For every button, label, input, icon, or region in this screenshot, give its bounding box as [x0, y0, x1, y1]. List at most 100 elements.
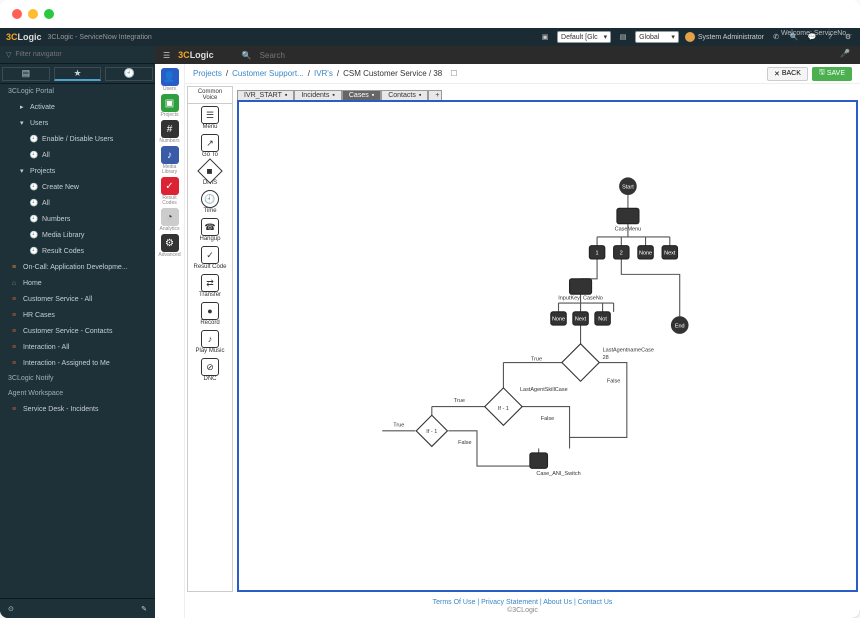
app-title: 3CLogic - ServiceNow Integration	[48, 34, 152, 41]
back-button[interactable]: ✕ BACK	[767, 67, 808, 81]
rail-users[interactable]: 👤Users	[158, 68, 182, 92]
scope-select-2[interactable]: Global ▾	[635, 31, 679, 43]
nav-users-all[interactable]: 🕘All	[0, 147, 155, 163]
rail-media[interactable]: ♪Media Library	[158, 146, 182, 175]
update-set-icon[interactable]: ▣	[539, 31, 551, 43]
pal-dnis[interactable]: ◆DNIS	[188, 160, 232, 188]
svg-text:Not: Not	[598, 317, 607, 323]
rail-projects[interactable]: ▣Projects	[158, 94, 182, 118]
nav-projects-media[interactable]: 🕘Media Library	[0, 227, 155, 243]
nav-section2: 3CLogic Notify	[0, 371, 155, 386]
rail-analytics[interactable]: ◔Analytics	[158, 208, 182, 232]
close-icon[interactable]: ▪	[419, 92, 421, 99]
palette: Common Voice ☰Menu ↗Go To ◆DNIS 🕘Time ☎H…	[187, 86, 233, 592]
mic-icon[interactable]: 🎤	[840, 49, 852, 61]
nav-tab-all[interactable]: ▤	[2, 67, 50, 81]
footer-contact[interactable]: Contact Us	[578, 599, 613, 606]
svg-text:True: True	[531, 356, 542, 362]
search-icon[interactable]: 🔍	[242, 51, 252, 60]
pal-transfer[interactable]: ⇄Transfer	[188, 272, 232, 300]
footer-privacy[interactable]: Privacy Statement	[481, 599, 538, 606]
pal-time[interactable]: 🕘Time	[188, 188, 232, 216]
crumb-support[interactable]: Customer Support...	[232, 69, 304, 78]
filter-input[interactable]	[15, 51, 149, 58]
pal-menu[interactable]: ☰Menu	[188, 104, 232, 132]
nav-users-enable[interactable]: 🕘Enable / Disable Users	[0, 131, 155, 147]
list-icon: ≡	[10, 311, 18, 319]
nav-section-title: 3CLogic Portal	[0, 84, 155, 99]
svg-text:True: True	[454, 398, 465, 404]
nav-csall[interactable]: ≡Customer Service - All	[0, 291, 155, 307]
icon-rail: 👤Users ▣Projects #Numbers ♪Media Library…	[155, 64, 185, 618]
search-input[interactable]	[260, 51, 460, 60]
nav-tab-history[interactable]: 🕘	[105, 67, 153, 81]
app-scope-icon[interactable]: ▤	[617, 31, 629, 43]
tab-incidents[interactable]: Incidents▪	[294, 90, 342, 100]
nav-hrcases[interactable]: ≡HR Cases	[0, 307, 155, 323]
nav-projects-results[interactable]: 🕘Result Codes	[0, 243, 155, 259]
user-menu[interactable]: System Administrator	[685, 32, 764, 42]
pal-result[interactable]: ✓Result Code	[188, 244, 232, 272]
nav-activate[interactable]: ▸Activate	[0, 99, 155, 115]
close-icon[interactable]: ▪	[372, 92, 374, 99]
nav-projects-new[interactable]: 🕘Create New	[0, 179, 155, 195]
rail-advanced[interactable]: ⚙Advanced	[158, 234, 182, 258]
nav-users[interactable]: ▾Users	[0, 115, 155, 131]
zoom-dot[interactable]	[44, 9, 54, 19]
collapse-icon[interactable]: ⊙	[8, 605, 14, 613]
nav-home[interactable]: ⌂Home	[0, 275, 155, 291]
svg-text:End: End	[675, 323, 685, 329]
tab-contacts[interactable]: Contacts▪	[381, 90, 428, 100]
footer-about[interactable]: About Us	[543, 599, 572, 606]
nav-interaction-me[interactable]: ≡Interaction - Assigned to Me	[0, 355, 155, 371]
nav-tab-row: ▤ ★ 🕘	[0, 64, 155, 84]
crumb-projects[interactable]: Projects	[193, 69, 222, 78]
tab-cases[interactable]: Cases▪	[342, 90, 381, 100]
edit-icon[interactable]: ✎	[141, 605, 147, 613]
nav-oncall[interactable]: ≡On-Call: Application Developme...	[0, 259, 155, 275]
open-icon[interactable]: ☐	[450, 69, 457, 78]
close-dot[interactable]	[12, 9, 22, 19]
tab-ivrstart[interactable]: IVR_START▪	[237, 90, 294, 100]
nav-projects-all[interactable]: 🕘All	[0, 195, 155, 211]
tab-add[interactable]: +	[428, 90, 442, 100]
nav-interaction-all[interactable]: ≡Interaction - All	[0, 339, 155, 355]
flow-tabs: IVR_START▪ Incidents▪ Cases▪ Contacts▪ +	[237, 86, 858, 100]
nav-cscontacts[interactable]: ≡Customer Service - Contacts	[0, 323, 155, 339]
crumb-ivrs[interactable]: IVR's	[314, 69, 333, 78]
svg-text:Next: Next	[664, 251, 676, 257]
rail-numbers[interactable]: #Numbers	[158, 120, 182, 144]
svg-text:If - 1: If - 1	[426, 429, 437, 435]
left-navigator: ▽ ▤ ★ 🕘 3CLogic Portal ▸Activate ▾Users …	[0, 46, 155, 618]
nav-servicedesk[interactable]: ≡Service Desk - Incidents	[0, 401, 155, 417]
close-icon[interactable]: ▪	[285, 92, 287, 99]
clock-icon: 🕘	[30, 151, 38, 159]
svg-text:InputKey: CaseNo: InputKey: CaseNo	[558, 296, 603, 302]
nav-tab-favorites[interactable]: ★	[54, 67, 102, 81]
pal-playmusic[interactable]: ♪Play Music	[188, 328, 232, 356]
flow-canvas[interactable]: Start CaseMenu 1 2 None Next	[237, 100, 858, 592]
nav-projects[interactable]: ▾Projects	[0, 163, 155, 179]
avatar	[685, 32, 695, 42]
list-icon: ≡	[10, 359, 18, 367]
menu-icon[interactable]: ☰	[163, 51, 170, 60]
close-icon[interactable]: ▪	[332, 92, 334, 99]
footer-tou[interactable]: Terms Of Use	[433, 599, 476, 606]
list-icon: ≡	[10, 405, 18, 413]
sub-header: ☰ 3CLogic 🔍 🎤	[155, 46, 860, 64]
pal-goto[interactable]: ↗Go To	[188, 132, 232, 160]
svg-text:LastAgentnameCase: LastAgentnameCase	[603, 348, 654, 354]
svg-text:True: True	[393, 422, 404, 428]
clock-icon: 🕘	[30, 231, 38, 239]
nav-projects-numbers[interactable]: 🕘Numbers	[0, 211, 155, 227]
sub-logo: 3CLogic	[178, 50, 214, 60]
minimize-dot[interactable]	[28, 9, 38, 19]
pal-record[interactable]: ●Record	[188, 300, 232, 328]
home-icon: ⌂	[10, 279, 18, 287]
svg-text:Start: Start	[622, 184, 634, 190]
pal-dnc[interactable]: ⊘DNC	[188, 356, 232, 384]
save-button[interactable]: 🖫 SAVE	[812, 67, 852, 81]
rail-results[interactable]: ✓Result Codes	[158, 177, 182, 206]
pal-hangup[interactable]: ☎Hangup	[188, 216, 232, 244]
scope-select-1[interactable]: Default [Glc ▾	[557, 31, 611, 43]
